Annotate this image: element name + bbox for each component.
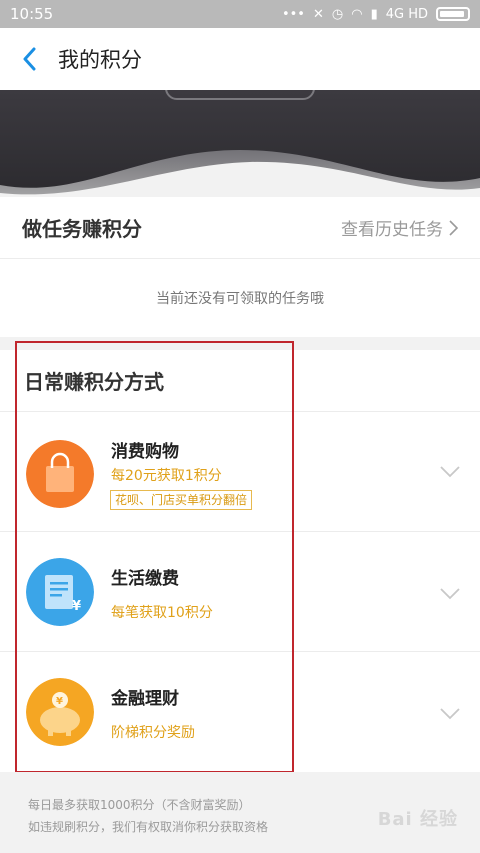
empty-tasks-message: 当前还没有可领取的任务哦 <box>156 291 324 307</box>
tasks-section: 做任务赚积分 查看历史任务 当前还没有可领取的任务哦 <box>0 197 480 337</box>
svg-text:¥: ¥ <box>56 696 63 707</box>
tasks-header: 做任务赚积分 查看历史任务 <box>0 197 480 259</box>
bill-icon: ¥ <box>26 558 94 626</box>
mute-icon: ✕ <box>312 6 324 22</box>
page-title: 我的积分 <box>58 48 142 72</box>
back-button[interactable] <box>0 28 58 90</box>
battery-icon <box>436 7 470 21</box>
status-time: 10:55 <box>10 5 54 23</box>
method-shopping-desc: 每20元获取1积分 <box>111 468 222 484</box>
method-shopping[interactable]: 消费购物 每20元获取1积分 花呗、门店买单积分翻倍 <box>0 412 480 532</box>
chevron-down-icon <box>440 588 460 600</box>
network-label: 4G HD <box>385 6 428 22</box>
status-bar: 10:55 ••• ✕ ◷ ◠ ▮ 4G HD <box>0 0 480 28</box>
method-bills[interactable]: ¥ 生活缴费 每笔获取10积分 <box>0 532 480 652</box>
chevron-down-icon <box>440 466 460 478</box>
banner <box>0 90 480 200</box>
method-shopping-tag: 花呗、门店买单积分翻倍 <box>110 490 253 510</box>
method-finance-name: 金融理财 <box>111 689 179 709</box>
shopping-bag-icon <box>26 440 94 508</box>
tasks-title: 做任务赚积分 <box>22 217 142 241</box>
chevron-down-icon <box>440 708 460 720</box>
svg-text:¥: ¥ <box>72 599 81 614</box>
wifi-icon: ◠ <box>351 6 363 22</box>
daily-methods-section: 日常赚积分方式 消费购物 每20元获取1积分 花呗、门店买单积分翻倍 ¥ 生活缴… <box>0 350 480 772</box>
alarm-icon: ◷ <box>331 6 344 22</box>
signal-icon: ▮ <box>370 6 378 22</box>
banner-wave <box>0 150 480 200</box>
method-shopping-name: 消费购物 <box>111 442 179 462</box>
history-link-label: 查看历史任务 <box>341 220 443 240</box>
method-bills-desc: 每笔获取10积分 <box>111 605 213 621</box>
more-dots-icon: ••• <box>281 6 305 22</box>
method-finance[interactable]: ¥ 金融理财 阶梯积分奖励 <box>0 652 480 772</box>
watermark: Bai 经验 <box>377 809 458 830</box>
history-tasks-link[interactable]: 查看历史任务 <box>341 215 458 240</box>
method-finance-desc: 阶梯积分奖励 <box>111 725 195 741</box>
method-bills-name: 生活缴费 <box>111 569 179 589</box>
chevron-right-icon <box>449 219 458 236</box>
nav-bar: 我的积分 <box>0 28 480 90</box>
daily-methods-title: 日常赚积分方式 <box>0 350 480 412</box>
chevron-left-icon <box>23 47 36 71</box>
status-icons: ••• ✕ ◷ ◠ ▮ 4G HD <box>282 7 470 22</box>
piggy-bank-icon: ¥ <box>26 678 94 746</box>
